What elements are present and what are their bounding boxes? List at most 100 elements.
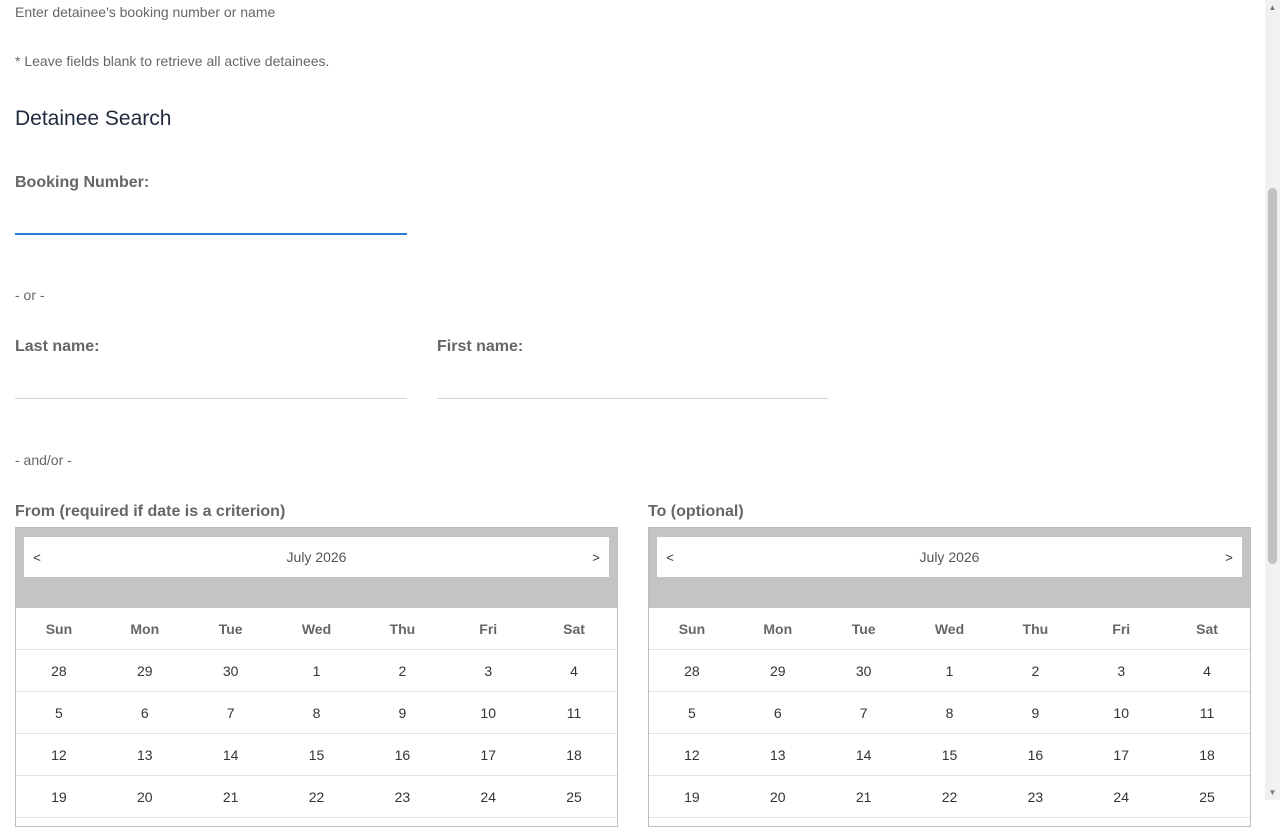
calendar-day[interactable]: 1 — [906, 650, 993, 692]
scrollbar-thumb[interactable] — [1268, 188, 1277, 564]
day-of-week-header: Sat — [1164, 608, 1250, 650]
calendar-day[interactable]: 11 — [1164, 692, 1250, 734]
calendar-day[interactable]: 7 — [820, 692, 907, 734]
calendar-day[interactable]: 3 — [1078, 650, 1165, 692]
day-of-week-header: Tue — [187, 608, 274, 650]
calendar-day[interactable]: 29 — [101, 650, 188, 692]
page-title: Detainee Search — [15, 107, 172, 130]
calendar-day[interactable]: 6 — [101, 692, 188, 734]
from-calendar-grid: Sun Mon Tue Wed Thu Fri Sat 28 29 30 1 2 3 4 5 6 7 8 9 10 11… — [16, 608, 617, 818]
calendar-day[interactable]: 14 — [820, 734, 907, 776]
calendar-day[interactable]: 23 — [359, 776, 446, 818]
calendar-day[interactable]: 12 — [16, 734, 102, 776]
calendar-day[interactable]: 14 — [187, 734, 274, 776]
day-of-week-header: Sun — [649, 608, 735, 650]
from-calendar-header: < July 2026 > — [16, 528, 617, 608]
calendar-day[interactable]: 16 — [992, 734, 1079, 776]
calendar-day[interactable]: 28 — [649, 650, 735, 692]
to-calendar-nav: < July 2026 > — [657, 537, 1242, 577]
calendar-day[interactable]: 28 — [16, 650, 102, 692]
to-calendar-grid: Sun Mon Tue Wed Thu Fri Sat 28 29 30 1 2 3 4 5 6 7 8 9 10 11… — [649, 608, 1250, 818]
calendar-day[interactable]: 29 — [734, 650, 821, 692]
calendar-day[interactable]: 22 — [906, 776, 993, 818]
calendar-day[interactable]: 21 — [187, 776, 274, 818]
calendar-day[interactable]: 18 — [531, 734, 617, 776]
to-date-label: To (optional) — [648, 503, 744, 520]
prev-month-button[interactable]: < — [24, 550, 50, 565]
calendar-day[interactable]: 25 — [531, 776, 617, 818]
calendar-day[interactable]: 8 — [273, 692, 360, 734]
calendar-day[interactable]: 24 — [445, 776, 532, 818]
to-calendar-header: < July 2026 > — [649, 528, 1250, 608]
calendar-day[interactable]: 25 — [1164, 776, 1250, 818]
calendar-day[interactable]: 22 — [273, 776, 360, 818]
calendar-day[interactable]: 18 — [1164, 734, 1250, 776]
last-name-label: Last name: — [15, 338, 100, 355]
calendar-day[interactable]: 20 — [101, 776, 188, 818]
calendar-day[interactable]: 5 — [16, 692, 102, 734]
booking-number-label: Booking Number: — [15, 174, 150, 191]
calendar-day[interactable]: 20 — [734, 776, 821, 818]
prev-month-button[interactable]: < — [657, 550, 683, 565]
calendar-day[interactable]: 2 — [992, 650, 1079, 692]
last-name-input[interactable] — [15, 368, 407, 399]
month-title: July 2026 — [919, 549, 980, 565]
day-of-week-header: Mon — [101, 608, 188, 650]
calendar-day[interactable]: 12 — [649, 734, 735, 776]
day-of-week-header: Wed — [273, 608, 360, 650]
calendar-day[interactable]: 3 — [445, 650, 532, 692]
calendar-day[interactable]: 30 — [820, 650, 907, 692]
calendar-day[interactable]: 24 — [1078, 776, 1165, 818]
first-name-label: First name: — [437, 338, 524, 355]
first-name-input[interactable] — [437, 368, 828, 399]
day-of-week-header: Wed — [906, 608, 993, 650]
leave-blank-hint: * Leave fields blank to retrieve all act… — [15, 53, 330, 69]
to-calendar: < July 2026 > Sun Mon Tue Wed Thu Fri Sat 28 29 3… — [648, 527, 1251, 827]
enter-hint: Enter detainee's booking number or name — [15, 4, 276, 20]
vertical-scrollbar[interactable]: ▲ ▼ — [1265, 0, 1280, 800]
from-calendar-nav: < July 2026 > — [24, 537, 609, 577]
month-title: July 2026 — [286, 549, 347, 565]
next-month-button[interactable]: > — [583, 550, 609, 565]
calendar-day[interactable]: 30 — [187, 650, 274, 692]
from-date-label: From (required if date is a criterion) — [15, 503, 286, 520]
calendar-day[interactable]: 15 — [273, 734, 360, 776]
calendar-day[interactable]: 19 — [16, 776, 102, 818]
calendar-day[interactable]: 4 — [531, 650, 617, 692]
day-of-week-header: Thu — [359, 608, 446, 650]
calendar-day[interactable]: 10 — [445, 692, 532, 734]
calendar-day[interactable]: 11 — [531, 692, 617, 734]
day-of-week-header: Fri — [445, 608, 532, 650]
calendar-day[interactable]: 2 — [359, 650, 446, 692]
day-of-week-header: Thu — [992, 608, 1079, 650]
calendar-day[interactable]: 16 — [359, 734, 446, 776]
scroll-up-arrow-icon[interactable]: ▲ — [1265, 0, 1280, 15]
day-of-week-header: Sat — [531, 608, 617, 650]
calendar-day[interactable]: 5 — [649, 692, 735, 734]
scroll-down-arrow-icon[interactable]: ▼ — [1265, 785, 1280, 800]
and-or-separator: - and/or - — [15, 452, 72, 468]
calendar-day[interactable]: 19 — [649, 776, 735, 818]
calendar-day[interactable]: 17 — [445, 734, 532, 776]
calendar-day[interactable]: 9 — [359, 692, 446, 734]
day-of-week-header: Mon — [734, 608, 821, 650]
calendar-day[interactable]: 4 — [1164, 650, 1250, 692]
calendar-day[interactable]: 8 — [906, 692, 993, 734]
or-separator: - or - — [15, 287, 45, 303]
calendar-day[interactable]: 17 — [1078, 734, 1165, 776]
calendar-day[interactable]: 1 — [273, 650, 360, 692]
calendar-day[interactable]: 10 — [1078, 692, 1165, 734]
calendar-day[interactable]: 21 — [820, 776, 907, 818]
calendar-day[interactable]: 13 — [101, 734, 188, 776]
calendar-day[interactable]: 15 — [906, 734, 993, 776]
calendar-day[interactable]: 23 — [992, 776, 1079, 818]
next-month-button[interactable]: > — [1216, 550, 1242, 565]
day-of-week-header: Sun — [16, 608, 102, 650]
calendar-day[interactable]: 13 — [734, 734, 821, 776]
booking-number-input[interactable] — [15, 203, 407, 235]
day-of-week-header: Tue — [820, 608, 907, 650]
calendar-day[interactable]: 9 — [992, 692, 1079, 734]
calendar-day[interactable]: 6 — [734, 692, 821, 734]
day-of-week-header: Fri — [1078, 608, 1165, 650]
calendar-day[interactable]: 7 — [187, 692, 274, 734]
